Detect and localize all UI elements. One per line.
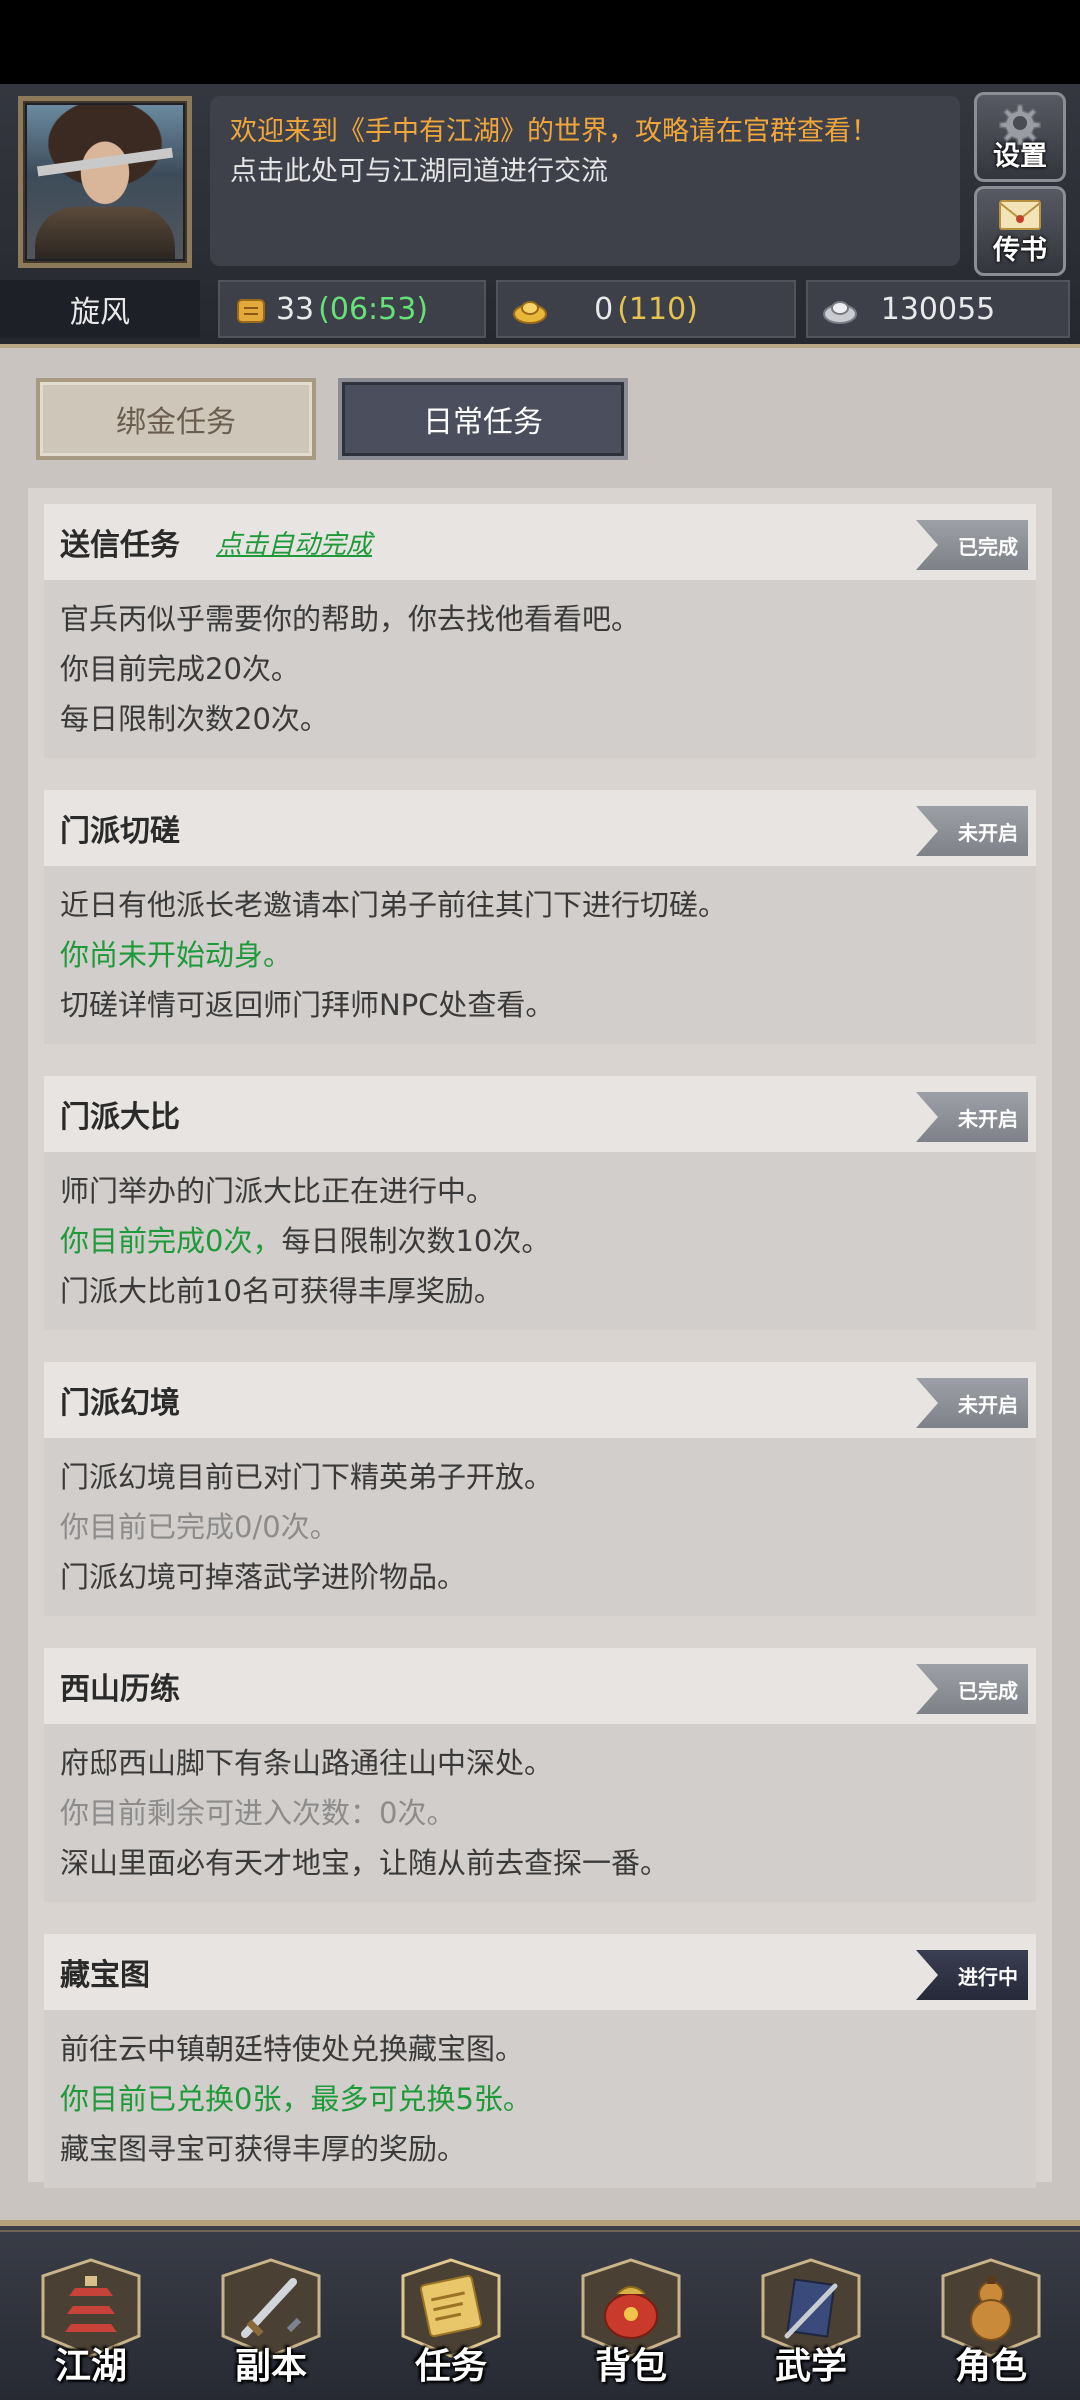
- task-title: 送信任务: [60, 528, 180, 563]
- task-line: 切磋详情可返回师门拜师NPC处查看。: [60, 988, 555, 1022]
- nav-label: 角色: [954, 2345, 1027, 2387]
- stamina-icon: [237, 299, 265, 323]
- nav-tasks[interactable]: 任务: [392, 2256, 510, 2386]
- nav-label: 背包: [594, 2345, 667, 2387]
- task-progress-line: 你尚未开始动身。: [60, 938, 293, 972]
- task-progress-line: 你目前剩余可进入次数：0次。: [60, 1796, 456, 1830]
- status-badge: 进行中: [916, 1950, 1028, 2000]
- task-card-sect-tournament[interactable]: 门派大比 未开启 师门举办的门派大比正在进行中。 你目前完成0次，每日限制次数1…: [44, 1076, 1036, 1330]
- silver-ingot-icon: [823, 301, 857, 324]
- task-progress-line: 你目前完成0次，: [60, 1224, 282, 1258]
- task-title: 门派大比: [60, 1100, 180, 1135]
- task-card-west-mountain[interactable]: 西山历练 已完成 府邸西山脚下有条山路通往山中深处。 你目前剩余可进入次数：0次…: [44, 1648, 1036, 1902]
- task-description: 师门举办的门派大比正在进行中。 你目前完成0次，每日限制次数10次。 门派大比前…: [44, 1152, 1036, 1330]
- task-card-header: 门派大比 未开启: [44, 1076, 1036, 1152]
- gold-counter[interactable]: 0 (110): [496, 280, 796, 338]
- task-card-header: 门派幻境 未开启: [44, 1362, 1036, 1438]
- nav-martial-arts[interactable]: 武学: [752, 2256, 870, 2386]
- task-card-sect-illusion[interactable]: 门派幻境 未开启 门派幻境目前已对门下精英弟子开放。 你目前已完成0/0次。 门…: [44, 1362, 1036, 1616]
- gold-value: 0: [594, 291, 614, 327]
- task-description: 前往云中镇朝廷特使处兑换藏宝图。 你目前已兑换0张，最多可兑换5张。 藏宝图寻宝…: [44, 2010, 1036, 2188]
- stamina-value: 33: [275, 291, 315, 327]
- stamina-counter[interactable]: 33 (06:53): [218, 280, 486, 338]
- task-line: 府邸西山脚下有条山路通往山中深处。: [60, 1746, 554, 1780]
- task-title: 藏宝图: [60, 1958, 150, 1993]
- task-panel: 绑金任务 日常任务 送信任务 点击自动完成 已完成 官兵丙似乎需要你的帮助，你去…: [0, 348, 1080, 2220]
- task-card-treasure-map[interactable]: 藏宝图 进行中 前往云中镇朝廷特使处兑换藏宝图。 你目前已兑换0张，最多可兑换5…: [44, 1934, 1036, 2188]
- chat-message-box[interactable]: 欢迎来到《手中有江湖》的世界，攻略请在官群查看！ 点击此处可与江湖同道进行交流: [210, 96, 960, 266]
- task-list[interactable]: 送信任务 点击自动完成 已完成 官兵丙似乎需要你的帮助，你去找他看看吧。 你目前…: [28, 488, 1052, 2188]
- task-description: 近日有他派长老邀请本门弟子前往其门下进行切磋。 你尚未开始动身。 切磋详情可返回…: [44, 866, 1036, 1044]
- envelope-icon: [999, 200, 1041, 230]
- status-bar: [0, 0, 1080, 84]
- task-card-header: 送信任务 点击自动完成 已完成: [44, 504, 1036, 580]
- task-description: 官兵丙似乎需要你的帮助，你去找他看看吧。 你目前完成20次。 每日限制次数20次…: [44, 580, 1036, 758]
- task-line: 藏宝图寻宝可获得丰厚的奖励。: [60, 2132, 467, 2166]
- task-line: 师门举办的门派大比正在进行中。: [60, 1174, 496, 1208]
- status-badge: 已完成: [916, 1664, 1028, 1714]
- task-progress-line: 你目前完成20次。: [60, 652, 300, 686]
- nav-label: 江湖: [54, 2345, 127, 2387]
- task-title: 门派幻境: [60, 1386, 180, 1421]
- task-title: 西山历练: [60, 1672, 180, 1707]
- avatar[interactable]: [18, 96, 192, 268]
- stamina-timer: (06:53): [318, 291, 429, 327]
- task-limit-line: 每日限制次数20次。: [60, 702, 329, 736]
- auto-complete-link[interactable]: 点击自动完成: [216, 524, 372, 561]
- gold-extra: (110): [617, 291, 698, 327]
- nav-label: 武学: [774, 2345, 847, 2387]
- task-progress-row: 你目前完成0次，每日限制次数10次。: [60, 1216, 1020, 1266]
- task-card-header: 藏宝图 进行中: [44, 1934, 1036, 2010]
- task-line: 门派幻境可掉落武学进阶物品。: [60, 1560, 467, 1594]
- tab-daily-tasks[interactable]: 日常任务: [338, 378, 628, 460]
- nav-dungeon[interactable]: 副本: [212, 2256, 330, 2386]
- task-card-header: 门派切磋 未开启: [44, 790, 1036, 866]
- player-name: 旋风: [0, 280, 200, 338]
- status-badge: 未开启: [916, 806, 1028, 856]
- chat-hint: 点击此处可与江湖同道进行交流: [230, 156, 608, 187]
- settings-button[interactable]: 设置: [974, 92, 1066, 182]
- mail-button[interactable]: 传书: [974, 186, 1066, 276]
- task-limit-line: 每日限制次数10次。: [281, 1224, 551, 1258]
- task-description: 门派幻境目前已对门下精英弟子开放。 你目前已完成0/0次。 门派幻境可掉落武学进…: [44, 1438, 1036, 1616]
- nav-character[interactable]: 角色: [932, 2256, 1050, 2386]
- task-description: 府邸西山脚下有条山路通往山中深处。 你目前剩余可进入次数：0次。 深山里面必有天…: [44, 1724, 1036, 1902]
- task-progress-line: 你目前已兑换0张，最多可兑换5张。: [60, 2082, 532, 2116]
- task-card-header: 西山历练 已完成: [44, 1648, 1036, 1724]
- nav-bag[interactable]: 背包: [572, 2256, 690, 2386]
- task-line: 门派大比前10名可获得丰厚奖励。: [60, 1274, 503, 1308]
- status-badge: 未开启: [916, 1092, 1028, 1142]
- task-progress-line: 你目前已完成0/0次。: [60, 1510, 339, 1544]
- task-line: 深山里面必有天才地宝，让随从前去查探一番。: [60, 1846, 670, 1880]
- tab-bound-gold-tasks[interactable]: 绑金任务: [36, 378, 316, 460]
- nav-label: 副本: [234, 2345, 307, 2387]
- top-header: 欢迎来到《手中有江湖》的世界，攻略请在官群查看！ 点击此处可与江湖同道进行交流 …: [0, 84, 1080, 348]
- task-line: 近日有他派长老邀请本门弟子前往其门下进行切磋。: [60, 888, 728, 922]
- task-card-delivery[interactable]: 送信任务 点击自动完成 已完成 官兵丙似乎需要你的帮助，你去找他看看吧。 你目前…: [44, 504, 1036, 758]
- task-line: 官兵丙似乎需要你的帮助，你去找他看看吧。: [60, 602, 641, 636]
- welcome-message: 欢迎来到《手中有江湖》的世界，攻略请在官群查看！: [230, 116, 878, 147]
- task-title: 门派切磋: [60, 814, 180, 849]
- avatar-portrait: [27, 105, 183, 259]
- silver-value: 130055: [880, 291, 996, 327]
- bottom-nav: 江湖 副本 任务 背包 武学 角色: [0, 2220, 1080, 2400]
- silver-counter[interactable]: 130055: [806, 280, 1070, 338]
- nav-label: 任务: [414, 2345, 487, 2387]
- status-badge: 未开启: [916, 1378, 1028, 1428]
- task-line: 门派幻境目前已对门下精英弟子开放。: [60, 1460, 554, 1494]
- nav-jianghu[interactable]: 江湖: [32, 2256, 150, 2386]
- gold-ingot-icon: [513, 301, 547, 324]
- task-card-sect-sparring[interactable]: 门派切磋 未开启 近日有他派长老邀请本门弟子前往其门下进行切磋。 你尚未开始动身…: [44, 790, 1036, 1044]
- gear-icon: [999, 104, 1041, 145]
- status-badge: 已完成: [916, 520, 1028, 570]
- task-line: 前往云中镇朝廷特使处兑换藏宝图。: [60, 2032, 525, 2066]
